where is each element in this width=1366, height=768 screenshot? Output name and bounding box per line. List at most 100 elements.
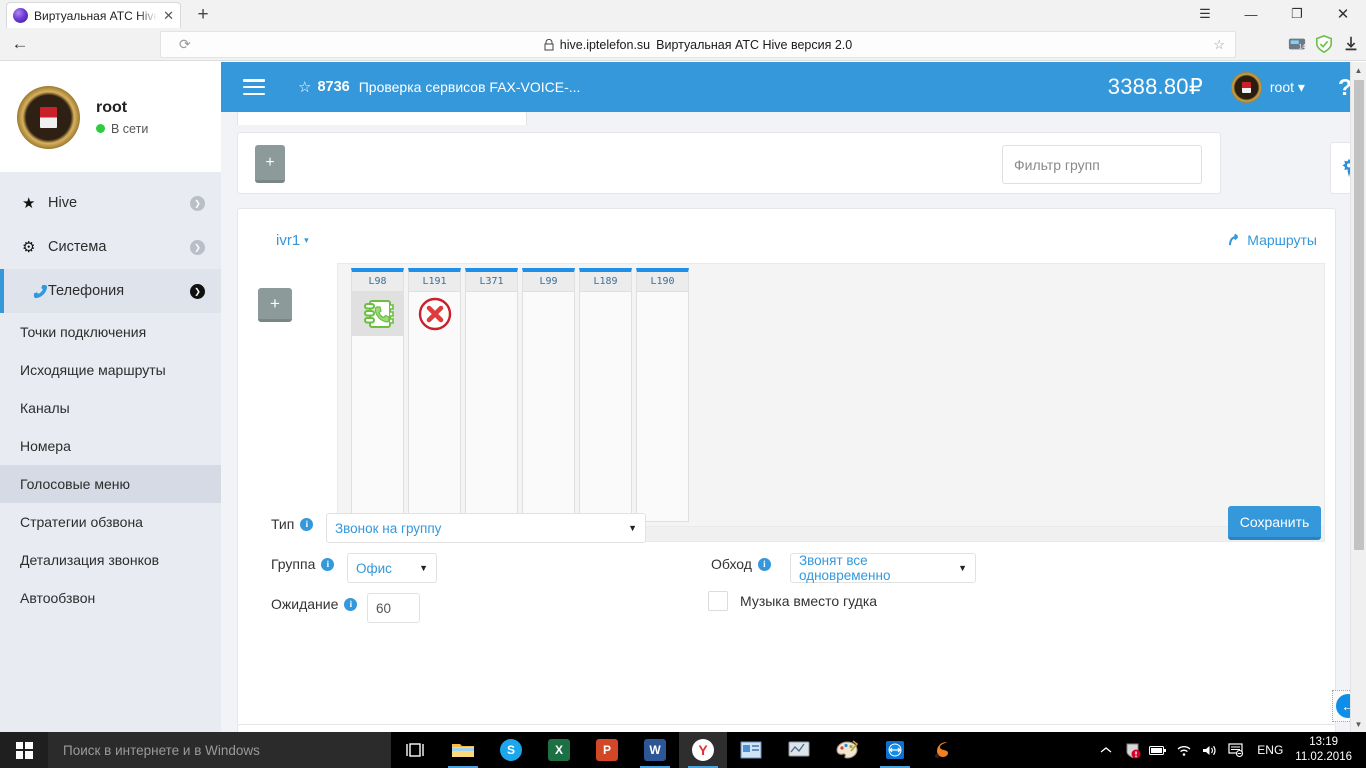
paint-icon[interactable] (823, 732, 871, 768)
status-label: В сети (111, 121, 149, 136)
ivr-column[interactable]: L189 (579, 268, 632, 522)
sidebar-item-connection-points[interactable]: Точки подключения (0, 313, 221, 351)
ivr-name-dropdown[interactable]: ivr1 (276, 232, 300, 249)
powerpoint-icon[interactable]: P (583, 732, 631, 768)
ivr-column[interactable]: L190 (636, 268, 689, 522)
windows-taskbar: Поиск в интернете и в Windows S X P W Y (0, 732, 1366, 768)
browser-menu-icon[interactable]: ☰ (1182, 0, 1228, 28)
scroll-down-icon[interactable]: ▼ (1351, 716, 1366, 732)
file-explorer-icon[interactable] (439, 732, 487, 768)
info-icon[interactable]: i (757, 557, 771, 571)
chevron-down-icon[interactable]: ❯ (190, 283, 205, 299)
type-select[interactable]: Звонок на группу ▼ (326, 513, 646, 543)
ivr-cell[interactable] (352, 292, 403, 336)
info-icon[interactable]: i (344, 597, 358, 611)
group-select[interactable]: Офис ▼ (347, 553, 437, 583)
ivr-column[interactable]: L98 (351, 268, 404, 522)
translate-extension-icon[interactable]: 14 (1288, 35, 1306, 53)
chevron-down-icon: ▼ (958, 563, 967, 573)
group-filter-input[interactable] (1002, 145, 1202, 184)
scroll-up-icon[interactable]: ▲ (1351, 62, 1366, 78)
monitor-app-icon[interactable] (775, 732, 823, 768)
action-center-icon[interactable] (1223, 732, 1249, 768)
wait-input[interactable] (367, 593, 420, 623)
menu-toggle-icon[interactable] (243, 79, 265, 95)
close-icon[interactable]: ✕ (163, 9, 174, 22)
favorite-star-icon[interactable]: ☆ (298, 78, 311, 96)
routes-link[interactable]: Маршруты (1229, 232, 1317, 248)
task-view-icon[interactable] (391, 732, 439, 768)
download-icon[interactable] (1342, 35, 1360, 53)
info-icon[interactable]: i (321, 557, 335, 571)
sidebar-item-voice-menus[interactable]: Голосовые меню (0, 465, 221, 503)
clock[interactable]: 13:19 11.02.2016 (1291, 735, 1362, 765)
sidebar-item-autodial[interactable]: Автообзвон (0, 579, 221, 617)
back-icon[interactable]: ← (0, 28, 40, 61)
add-ivr-node-button[interactable]: + (258, 288, 292, 322)
adblock-shield-icon[interactable] (1315, 35, 1333, 53)
ivr-cell[interactable] (523, 292, 574, 336)
teamviewer-taskbar-icon[interactable] (871, 732, 919, 768)
battery-icon[interactable] (1145, 732, 1171, 768)
chevron-right-icon[interactable]: ❯ (190, 195, 205, 211)
windows-search-box[interactable]: Поиск в интернете и в Windows (48, 732, 391, 768)
start-button[interactable] (0, 732, 48, 768)
user-menu[interactable]: root ▾ (1270, 79, 1305, 96)
ivr-cell[interactable] (409, 292, 460, 336)
chevron-up-icon[interactable] (1093, 732, 1119, 768)
app-window-icon[interactable] (727, 732, 775, 768)
sidebar-item-system[interactable]: ⚙ Система ❯ (0, 225, 221, 269)
chevron-down-icon[interactable]: ▾ (304, 235, 309, 246)
sidebar-item-channels[interactable]: Каналы (0, 389, 221, 427)
ivr-column[interactable]: L371 (465, 268, 518, 522)
volume-icon[interactable] (1197, 732, 1223, 768)
window-close-icon[interactable]: ✕ (1320, 0, 1366, 28)
sidebar-item-telephony[interactable]: Телефония ❯ (0, 269, 221, 313)
sidebar-profile: root В сети (0, 62, 221, 172)
phonebook-icon (363, 300, 394, 328)
sidebar-item-call-details[interactable]: Детализация звонков (0, 541, 221, 579)
url-domain: hive.iptelefon.su (559, 37, 651, 52)
music-checkbox[interactable] (708, 591, 728, 611)
save-button[interactable]: Сохранить (1228, 506, 1321, 540)
online-dot-icon (96, 124, 105, 133)
ivr-column[interactable]: L99 (522, 268, 575, 522)
info-icon[interactable]: i (300, 517, 314, 531)
music-checkbox-row: Музыка вместо гудка (708, 591, 877, 611)
language-indicator[interactable]: ENG (1249, 743, 1291, 757)
add-group-button[interactable]: + (255, 145, 285, 183)
maximize-icon[interactable]: ❐ (1274, 0, 1320, 28)
window-controls: ☰ — ❐ ✕ (1182, 0, 1366, 28)
security-alert-icon[interactable] (1119, 732, 1145, 768)
avatar (17, 85, 80, 149)
clock-time: 13:19 (1309, 736, 1339, 748)
header-avatar[interactable] (1230, 71, 1262, 103)
ivr-cell[interactable] (580, 292, 631, 336)
word-icon[interactable]: W (631, 732, 679, 768)
bypass-select[interactable]: Звонят все одновременно ▼ (790, 553, 976, 583)
skype-icon[interactable]: S (487, 732, 535, 768)
page-scrollbar[interactable]: ▲ ▼ (1350, 62, 1366, 732)
ivr-cell[interactable] (466, 292, 517, 336)
search-placeholder: Поиск в интернете и в Windows (63, 742, 260, 758)
sidebar-item-outgoing-routes[interactable]: Исходящие маршруты (0, 351, 221, 389)
ivr-column[interactable]: L191 (408, 268, 461, 522)
bookmark-star-icon[interactable]: ☆ (1213, 37, 1225, 53)
sidebar-item-label: Система (48, 239, 107, 255)
wifi-icon[interactable] (1171, 732, 1197, 768)
reload-icon[interactable]: ⟳ (179, 36, 191, 53)
minimize-icon[interactable]: — (1228, 0, 1274, 28)
excel-icon[interactable]: X (535, 732, 583, 768)
yandex-browser-icon[interactable]: Y (679, 732, 727, 768)
chevron-right-icon[interactable]: ❯ (190, 239, 205, 255)
browser-tab[interactable]: Виртуальная АТС Hive ве ✕ (6, 2, 181, 28)
orange-app-icon[interactable] (919, 732, 967, 768)
address-bar[interactable]: ⟳ hive.iptelefon.su Виртуальная АТС Hive… (160, 31, 1236, 58)
scrollbar-thumb[interactable] (1354, 80, 1364, 550)
sidebar-item-hive[interactable]: ★ Hive ❯ (0, 181, 221, 225)
main-content: + ivr1 ▾ Маршруты + L (221, 112, 1350, 732)
new-tab-button[interactable]: + (190, 2, 216, 28)
sidebar-item-call-strategies[interactable]: Стратегии обзвона (0, 503, 221, 541)
sidebar-item-numbers[interactable]: Номера (0, 427, 221, 465)
ivr-cell[interactable] (637, 292, 688, 336)
